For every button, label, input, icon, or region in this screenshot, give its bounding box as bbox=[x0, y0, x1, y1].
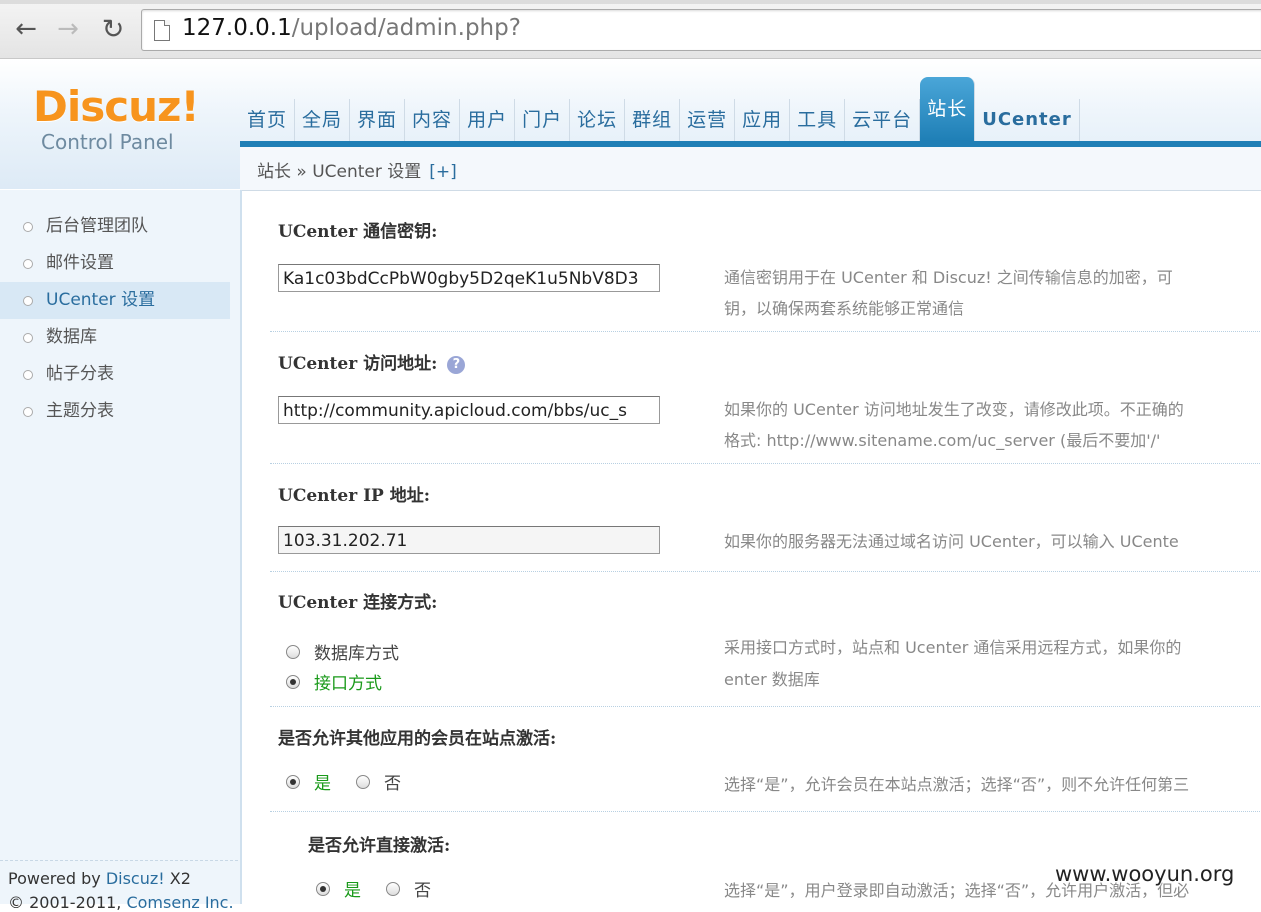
url-path: /upload/admin.php? bbox=[291, 15, 521, 41]
sidebar: 后台管理团队 邮件设置 UCenter 设置 数据库 帖子分表 主题分表 Powered … bbox=[0, 190, 242, 912]
direct-label: 是否允许直接激活: bbox=[308, 836, 451, 856]
activate-label: 是否允许其他应用的会员在站点激活: bbox=[278, 729, 557, 749]
back-icon[interactable]: ← bbox=[9, 12, 43, 46]
direct-yes-radio[interactable]: 是 bbox=[316, 876, 361, 901]
url-desc-1: 如果你的 UCenter 访问地址发生了改变，请修改此项。不正确的 bbox=[724, 400, 1184, 419]
discuz-link[interactable]: Discuz! bbox=[106, 869, 165, 888]
nav-item[interactable]: 云平台 bbox=[845, 99, 921, 141]
divider bbox=[270, 463, 1261, 464]
conn-api-radio[interactable]: 接口方式 bbox=[286, 669, 382, 694]
conn-label: UCenter 连接方式: bbox=[278, 593, 438, 613]
forward-icon[interactable]: → bbox=[51, 12, 85, 46]
nav-item[interactable]: UCenter bbox=[975, 99, 1080, 141]
help-icon[interactable]: ? bbox=[447, 355, 466, 374]
key-input[interactable]: Ka1c03bdCcPbW0gby5D2qeK1u5NbV8D3 bbox=[278, 264, 660, 292]
radio-off-icon[interactable] bbox=[286, 644, 300, 659]
radio-on-icon[interactable] bbox=[286, 674, 300, 689]
browser-toolbar: ← → ↻ 127.0.0.1/upload/admin.php? bbox=[0, 0, 1261, 59]
breadcrumb-bar: 站长 » UCenter 设置 [+] bbox=[240, 147, 1261, 191]
url-text[interactable]: 127.0.0.1/upload/admin.php? bbox=[182, 15, 521, 41]
url-label: UCenter 访问地址:? bbox=[278, 349, 466, 374]
expand-link[interactable]: [+] bbox=[429, 162, 457, 182]
address-bar[interactable]: 127.0.0.1/upload/admin.php? bbox=[141, 9, 1261, 51]
url-host: 127.0.0.1 bbox=[182, 15, 292, 41]
activate-no-radio[interactable]: 否 bbox=[356, 769, 401, 794]
divider bbox=[270, 331, 1261, 332]
logo-subtitle: Control Panel bbox=[41, 130, 174, 154]
divider bbox=[270, 811, 1261, 812]
nav-item[interactable]: 站长 bbox=[920, 77, 976, 141]
key-desc-2: 钥，以确保两套系统能够正常通信 bbox=[724, 299, 965, 318]
direct-no-radio[interactable]: 否 bbox=[386, 876, 431, 901]
tab-strip bbox=[0, 0, 1261, 4]
sidebar-item[interactable]: 邮件设置 bbox=[0, 245, 230, 282]
direct-no-label: 否 bbox=[414, 881, 431, 901]
ip-input[interactable]: 103.31.202.71 bbox=[278, 526, 660, 554]
ip-desc: 如果你的服务器无法通过域名访问 UCenter，可以输入 UCente bbox=[724, 532, 1179, 551]
breadcrumb: 站长 » UCenter 设置 [+] bbox=[257, 157, 457, 182]
radio-off-icon[interactable] bbox=[356, 774, 370, 789]
sidebar-item[interactable]: 数据库 bbox=[0, 319, 230, 356]
url-label-text: UCenter 访问地址: bbox=[278, 354, 438, 374]
key-desc-1: 通信密钥用于在 UCenter 和 Discuz! 之间传输信息的加密，可 bbox=[724, 268, 1173, 287]
nav-item[interactable]: 论坛 bbox=[570, 99, 626, 141]
nav-item[interactable]: 工具 bbox=[790, 99, 846, 141]
powered-by: Powered by Discuz! X2 bbox=[0, 860, 238, 888]
discuz-logo[interactable]: Discuz! Control Panel bbox=[33, 82, 200, 155]
powered-suffix: X2 bbox=[164, 869, 191, 888]
sidebar-item[interactable]: 主题分表 bbox=[0, 393, 230, 430]
radio-on-icon[interactable] bbox=[286, 774, 300, 789]
nav-item[interactable]: 全局 bbox=[295, 99, 351, 141]
nav-item[interactable]: 用户 bbox=[460, 99, 516, 141]
conn-database-radio[interactable]: 数据库方式 bbox=[286, 639, 399, 664]
settings-form: UCenter 通信密钥: Ka1c03bdCcPbW0gby5D2qeK1u5… bbox=[242, 191, 1261, 904]
divider bbox=[270, 571, 1261, 572]
sidebar-item[interactable]: 帖子分表 bbox=[0, 356, 230, 393]
powered-prefix: Powered by bbox=[8, 869, 106, 888]
radio-off-icon[interactable] bbox=[386, 881, 400, 896]
url-input[interactable]: http://community.apicloud.com/bbs/uc_s bbox=[278, 396, 660, 424]
watermark: www.wooyun.org bbox=[1055, 862, 1235, 886]
nav-item[interactable]: 应用 bbox=[735, 99, 791, 141]
direct-yes-label: 是 bbox=[344, 881, 361, 901]
nav-item[interactable]: 门户 bbox=[515, 99, 571, 141]
radio-on-icon[interactable] bbox=[316, 881, 330, 896]
activate-yes-radio[interactable]: 是 bbox=[286, 769, 331, 794]
copyright: © 2001-2011, Comsenz Inc. bbox=[8, 893, 234, 912]
nav-item[interactable]: 内容 bbox=[405, 99, 461, 141]
ip-label: UCenter IP 地址: bbox=[278, 486, 431, 506]
nav-item[interactable]: 首页 bbox=[240, 99, 296, 141]
activate-yes-label: 是 bbox=[314, 774, 331, 794]
divider bbox=[270, 706, 1261, 707]
sidebar-menu: 后台管理团队 邮件设置 UCenter 设置 数据库 帖子分表 主题分表 bbox=[0, 208, 230, 430]
conn-database-label: 数据库方式 bbox=[314, 644, 399, 664]
conn-desc-2: enter 数据库 bbox=[724, 670, 820, 689]
breadcrumb-text: 站长 » UCenter 设置 bbox=[257, 162, 422, 182]
activate-desc: 选择“是”，允许会员在本站点激活；选择“否”，则不允许任何第三 bbox=[724, 775, 1190, 794]
sidebar-item[interactable]: 后台管理团队 bbox=[0, 208, 230, 245]
reload-icon[interactable]: ↻ bbox=[96, 12, 130, 46]
nav-item[interactable]: 运营 bbox=[680, 99, 736, 141]
sidebar-item[interactable]: UCenter 设置 bbox=[0, 282, 230, 319]
logo-brand: Discuz! bbox=[33, 82, 200, 131]
nav-item[interactable]: 群组 bbox=[625, 99, 681, 141]
activate-no-label: 否 bbox=[384, 774, 401, 794]
conn-desc-1: 采用接口方式时，站点和 Ucenter 通信采用远程方式，如果你的 bbox=[724, 638, 1182, 657]
top-navigation: 首页 全局 界面 内容 用户 门户 论坛 群组 运营 应用 工具 云平台 站长 UCenter bbox=[240, 77, 1080, 141]
copyright-prefix: © 2001-2011, bbox=[8, 893, 127, 912]
page-icon bbox=[154, 20, 170, 41]
comsenz-link[interactable]: Comsenz Inc. bbox=[126, 893, 233, 912]
nav-item[interactable]: 界面 bbox=[350, 99, 406, 141]
url-desc-2: 格式: http://www.sitename.com/uc_server (最… bbox=[724, 431, 1161, 450]
conn-api-label: 接口方式 bbox=[314, 674, 382, 694]
key-label: UCenter 通信密钥: bbox=[278, 222, 438, 242]
